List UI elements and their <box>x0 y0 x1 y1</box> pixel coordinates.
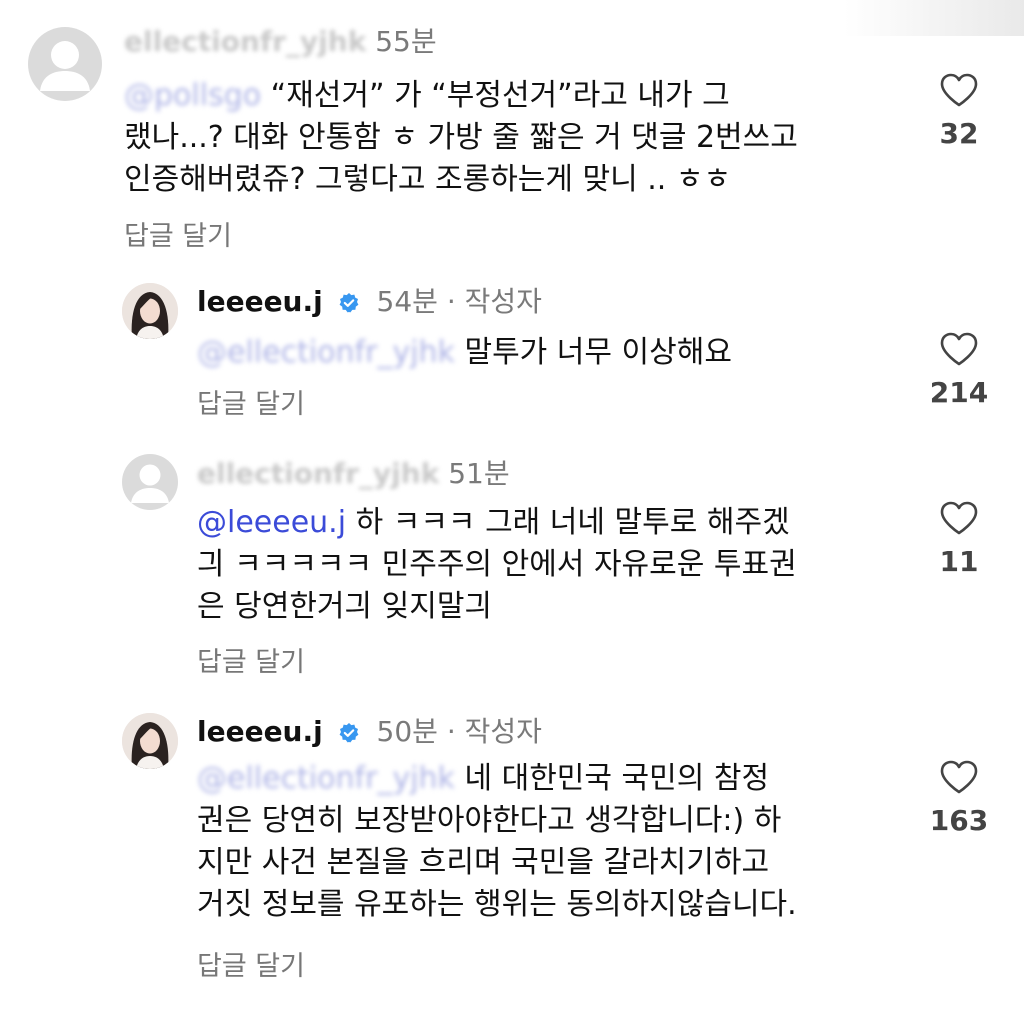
default-avatar-icon <box>40 41 90 91</box>
comment-meta: ellectionfr_yjhk 55분 <box>124 24 437 60</box>
comment-text: @leeeeu.j 하 ㅋㅋㅋ 그래 너네 말투로 해주겠 긔 ㅋㅋㅋㅋㅋ 민주… <box>197 502 797 628</box>
comment-line-text: “재선거” 가 “부정선거”라고 내가 그 <box>270 78 730 113</box>
timestamp: 54분 <box>376 285 438 318</box>
like-column: 32 <box>919 72 999 150</box>
mention-link[interactable]: @ellectionfr_yjhk <box>197 335 455 370</box>
comment-text: @ellectionfr_yjhk 네 대한민국 국민의 참정 권은 당연히 보… <box>197 758 797 926</box>
comment-line-1: @ellectionfr_yjhk 네 대한민국 국민의 참정 <box>197 758 797 800</box>
comment-meta: leeeeu.j 50분 · 작성자 <box>197 714 542 750</box>
verified-badge-icon <box>339 293 359 313</box>
comment-meta: leeeeu.j 54분 · 작성자 <box>197 284 542 320</box>
avatar[interactable] <box>28 27 102 101</box>
username[interactable]: leeeeu.j <box>197 285 323 318</box>
comment-line-2: 긔 ㅋㅋㅋㅋㅋ 민주주의 안에서 자유로운 투표권 <box>197 547 797 582</box>
reply-button[interactable]: 답글 달기 <box>197 646 305 680</box>
mention-link[interactable]: @pollsgo <box>124 78 261 113</box>
comment-text: @pollsgo “재선거” 가 “부정선거”라고 내가 그 랬나...? 대화… <box>124 75 798 201</box>
like-column: 11 <box>919 500 999 578</box>
comment-text: @ellectionfr_yjhk 말투가 너무 이상해요 <box>197 332 732 374</box>
mention-link[interactable]: @ellectionfr_yjhk <box>197 761 455 796</box>
comment-4: leeeeu.j 50분 · 작성자 @ellectionfr_yjhk 네 대… <box>0 705 1024 1016</box>
username[interactable]: leeeeu.j <box>197 715 323 748</box>
username[interactable]: ellectionfr_yjhk <box>197 457 439 490</box>
comment-line-1: @leeeeu.j 하 ㅋㅋㅋ 그래 너네 말투로 해주겠 <box>197 502 797 544</box>
reply-button[interactable]: 답글 달기 <box>197 950 305 984</box>
comment-line-text: 하 ㅋㅋㅋ 그래 너네 말투로 해주겠 <box>346 505 790 540</box>
reply-button[interactable]: 답글 달기 <box>197 388 305 422</box>
avatar[interactable] <box>122 713 178 769</box>
timestamp: 50분 <box>376 715 438 748</box>
author-tag: 작성자 <box>464 715 542 748</box>
comment-meta: ellectionfr_yjhk 51분 <box>197 456 510 492</box>
heart-outline-icon[interactable] <box>939 72 979 108</box>
comment-1: ellectionfr_yjhk 55분 @pollsgo “재선거” 가 “부… <box>0 0 1024 270</box>
like-count: 214 <box>929 376 989 409</box>
heart-outline-icon[interactable] <box>939 759 979 795</box>
comment-line-3: 지만 사건 본질을 흐리며 국민을 갈라치기하고 <box>197 845 770 880</box>
like-column: 214 <box>919 331 999 409</box>
profile-photo-icon <box>122 283 178 339</box>
timestamp: 51분 <box>448 457 510 490</box>
username[interactable]: ellectionfr_yjhk <box>124 25 366 58</box>
default-avatar-icon <box>131 464 169 503</box>
heart-outline-icon[interactable] <box>939 500 979 536</box>
verified-badge-icon <box>339 723 359 743</box>
avatar[interactable] <box>122 454 178 510</box>
like-count: 32 <box>939 117 979 150</box>
author-tag: 작성자 <box>464 285 542 318</box>
avatar[interactable] <box>122 283 178 339</box>
reply-button[interactable]: 답글 달기 <box>124 220 232 254</box>
comment-line-1: @ellectionfr_yjhk 말투가 너무 이상해요 <box>197 332 732 374</box>
comment-line-text: 말투가 너무 이상해요 <box>464 335 732 370</box>
like-column: 163 <box>919 759 999 837</box>
comment-3: ellectionfr_yjhk 51분 @leeeeu.j 하 ㅋㅋㅋ 그래 … <box>0 440 1024 705</box>
comment-line-4: 거짓 정보를 유포하는 행위는 동의하지않습니다. <box>197 887 797 922</box>
like-count: 11 <box>939 545 979 578</box>
like-count: 163 <box>929 804 989 837</box>
comment-line-text: 네 대한민국 국민의 참정 <box>464 761 770 796</box>
separator-dot: · <box>446 285 456 318</box>
heart-outline-icon[interactable] <box>939 331 979 367</box>
comment-2: leeeeu.j 54분 · 작성자 @ellectionfr_yjhk 말투가… <box>0 270 1024 440</box>
comment-line-3: 은 당연한거긔 잊지말긔 <box>197 589 493 624</box>
separator-dot: · <box>446 715 456 748</box>
profile-photo-icon <box>122 713 178 769</box>
corner-shadow <box>844 0 1024 36</box>
comment-line-1: @pollsgo “재선거” 가 “부정선거”라고 내가 그 <box>124 75 798 117</box>
comment-line-2: 랬나...? 대화 안통함 ㅎ 가방 줄 짧은 거 댓글 2번쓰고 <box>124 120 798 155</box>
mention-link[interactable]: @leeeeu.j <box>197 505 346 540</box>
comment-line-3: 인증해버렸쥬? 그렇다고 조롱하는게 맞니 .. ㅎㅎ <box>124 162 732 197</box>
timestamp: 55분 <box>375 25 437 58</box>
comment-line-2: 권은 당연히 보장받아야한다고 생각합니다:) 하 <box>197 803 782 838</box>
